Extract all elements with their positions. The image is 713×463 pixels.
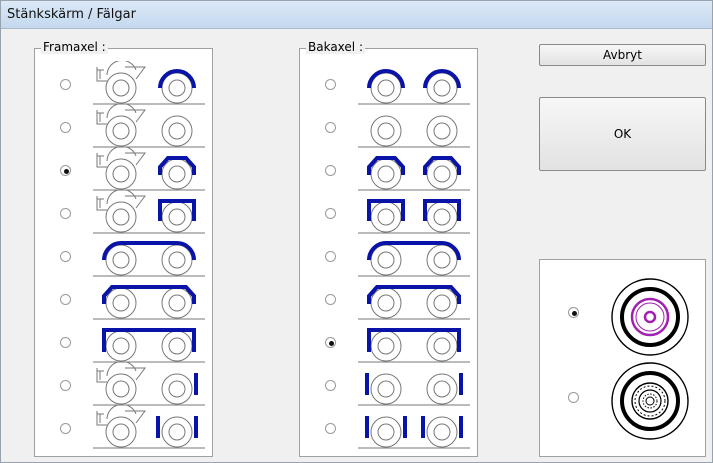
rear-option-9-radio[interactable] [325, 423, 336, 434]
front-option-5-radio[interactable] [60, 251, 71, 262]
front-option-1-diagram [93, 61, 205, 105]
rear-option-9-diagram [358, 416, 470, 449]
front-option-5-diagram [93, 241, 205, 277]
rim-option-1-radio[interactable] [568, 307, 579, 318]
front-axle-legend: Framaxel : [41, 40, 108, 54]
front-option-8-radio[interactable] [60, 380, 71, 391]
cancel-button[interactable]: Avbryt [539, 44, 706, 66]
rear-option-6-radio[interactable] [325, 294, 336, 305]
rear-option-6-diagram [358, 285, 470, 320]
front-option-9-radio[interactable] [60, 423, 71, 434]
rim-spoked-icon [611, 362, 689, 440]
window-title: Stänkskärm / Fälgar [7, 7, 136, 22]
rear-option-5-diagram [358, 241, 470, 277]
front-option-9-diagram [93, 405, 205, 449]
rear-option-5-radio[interactable] [325, 251, 336, 262]
rear-option-3-radio[interactable] [325, 165, 336, 176]
rear-option-2-radio[interactable] [325, 122, 336, 133]
front-option-6-radio[interactable] [60, 294, 71, 305]
rear-option-4-radio[interactable] [325, 208, 336, 219]
front-option-7-radio[interactable] [60, 337, 71, 348]
rear-option-1-diagram [358, 69, 470, 105]
rear-option-8-diagram [358, 373, 470, 406]
rear-axle-legend: Bakaxel : [306, 40, 365, 54]
rear-option-7-radio[interactable] [325, 337, 336, 348]
rear-axle-group: Bakaxel : [299, 40, 478, 457]
ok-button[interactable]: OK [539, 97, 706, 171]
rear-option-1-radio[interactable] [325, 79, 336, 90]
dialog-window: Stänkskärm / Fälgar Framaxel : Bakaxel:… [0, 0, 713, 463]
front-option-8-diagram [93, 362, 205, 406]
front-option-7-diagram [93, 328, 205, 363]
front-option-2-radio[interactable] [60, 122, 71, 133]
rear-option-4-diagram [358, 199, 470, 234]
front-option-3-radio[interactable] [60, 165, 71, 176]
rim-option-2-radio[interactable] [568, 392, 579, 403]
rear-option-7-diagram [358, 328, 470, 363]
rear-option-8-radio[interactable] [325, 380, 336, 391]
front-option-6-diagram [93, 285, 205, 320]
rim-plain-icon [611, 278, 689, 356]
title-bar: Stänkskärm / Fälgar [1, 1, 712, 29]
front-option-4-diagram [93, 190, 205, 234]
front-option-3-diagram [93, 147, 205, 191]
rim-selection-panel [539, 259, 706, 457]
rear-option-2-diagram [358, 115, 470, 148]
front-axle-group: Framaxel : [34, 40, 213, 457]
rear-option-3-diagram [358, 156, 470, 191]
front-option-4-radio[interactable] [60, 208, 71, 219]
front-option-2-diagram [93, 104, 205, 148]
front-option-1-radio[interactable] [60, 79, 71, 90]
